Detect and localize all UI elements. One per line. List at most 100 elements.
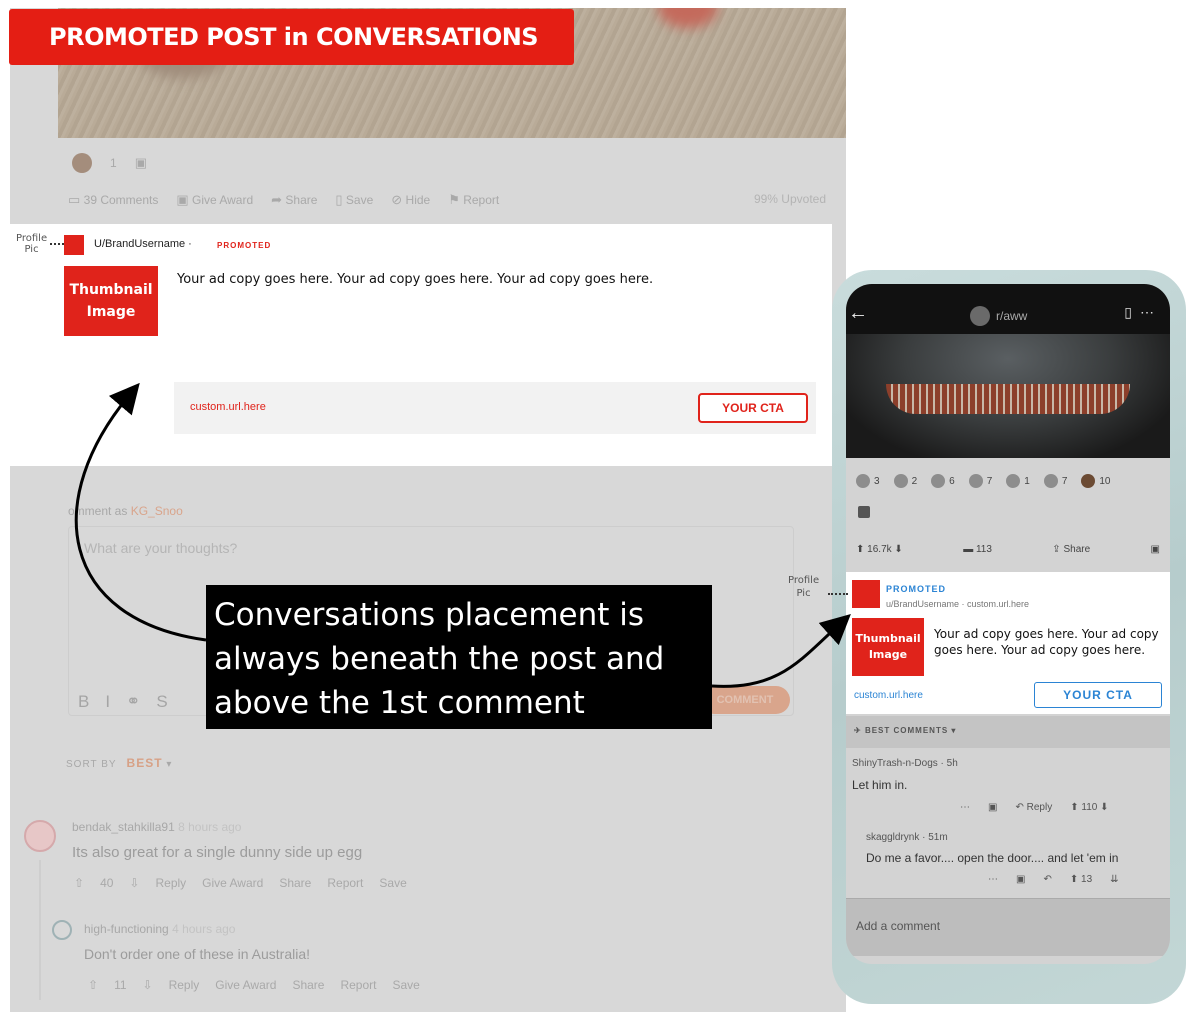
- comment-text: Don't order one of these in Australia!: [84, 946, 311, 962]
- gift-icon[interactable]: ▣: [1151, 544, 1160, 555]
- custom-url-link[interactable]: custom.url.here: [190, 401, 266, 413]
- avatar[interactable]: [52, 920, 72, 940]
- upvote-icon: ⬆: [1069, 874, 1079, 885]
- best-comments-sort[interactable]: ✈ BEST COMMENTS ▾: [846, 716, 1170, 748]
- bookmark-icon[interactable]: ▯: [1124, 304, 1140, 320]
- brand-username[interactable]: u/BrandUsername · custom.url.here: [886, 599, 1029, 609]
- reply-button[interactable]: Reply: [169, 978, 200, 992]
- back-arrow-icon[interactable]: ←: [848, 302, 868, 325]
- post-image: [846, 334, 1170, 458]
- award-item[interactable]: 1: [1006, 474, 1030, 488]
- give-award-button[interactable]: Give Award: [215, 978, 276, 992]
- upvote-icon: ⬆: [1070, 802, 1079, 813]
- give-award-button[interactable]: ▣ Give Award: [176, 192, 253, 208]
- subreddit-header[interactable]: r/aww: [970, 306, 1027, 326]
- share-button[interactable]: ⇪ Share: [1052, 544, 1090, 555]
- gift-icon[interactable]: [858, 506, 870, 518]
- promoted-post-card[interactable]: PROMOTED u/BrandUsername · custom.url.he…: [846, 572, 1170, 714]
- award-icon: [1081, 474, 1096, 488]
- gift-icon: ▣: [176, 192, 189, 207]
- upvote-icon[interactable]: ⇧: [74, 876, 84, 890]
- award-icon: [968, 474, 983, 488]
- comments-button[interactable]: ▬ 113: [963, 544, 992, 555]
- award-item[interactable]: 10: [1081, 474, 1111, 488]
- award-item[interactable]: 6: [931, 474, 955, 488]
- share-icon: ⇪: [1052, 544, 1061, 555]
- vote-count: 40: [100, 876, 114, 890]
- reply-button[interactable]: Reply: [155, 876, 186, 890]
- add-award-icon[interactable]: ▣: [135, 155, 147, 171]
- comment-icon: ▭: [68, 192, 81, 207]
- award-item[interactable]: 3: [856, 474, 880, 488]
- custom-url-link[interactable]: custom.url.here: [854, 690, 923, 701]
- profile-pic[interactable]: [64, 235, 84, 255]
- award-item[interactable]: 7: [1043, 474, 1067, 488]
- comment-actions: ⇧ 11 ⇩ Reply Give Award Share Report Sav…: [88, 978, 420, 992]
- italic-icon[interactable]: I: [105, 692, 110, 712]
- profile-pic-label: Profile Pic: [16, 233, 48, 255]
- comment-actions: ⋯ ▣ ↶ ⬆ 13 ⇊: [988, 874, 1119, 885]
- more-icon[interactable]: ⋯: [960, 802, 970, 813]
- report-button[interactable]: Report: [340, 978, 376, 992]
- thumbnail-image[interactable]: Thumbnail Image: [852, 618, 924, 676]
- comment-meta: skaggldrynk · 51m: [866, 832, 948, 843]
- gift-icon[interactable]: ▣: [1016, 874, 1025, 885]
- award-count: 1: [110, 156, 117, 170]
- sort-control[interactable]: SORT BY BEST ▾: [66, 756, 172, 770]
- award-item[interactable]: 7: [968, 474, 992, 488]
- upvoted-ratio: 99% Upvoted: [753, 192, 826, 206]
- award-icon: [893, 474, 908, 488]
- more-icon[interactable]: ⋯: [988, 874, 998, 885]
- avatar[interactable]: [24, 820, 56, 852]
- comment-text: Do me a favor.... open the door.... and …: [866, 851, 1119, 865]
- report-button[interactable]: ⚑ Report: [448, 192, 499, 208]
- ad-copy: Your ad copy goes here. Your ad copy goe…: [177, 272, 654, 287]
- reply-button[interactable]: ↶ Reply: [1015, 802, 1052, 813]
- flag-icon: ⚑: [448, 192, 460, 207]
- profile-pic-pointer: [50, 243, 64, 245]
- link-icon[interactable]: ⚭: [126, 692, 140, 712]
- vote-control[interactable]: ⬆ 110 ⬇: [1070, 802, 1108, 813]
- downvote-icon[interactable]: ⇩: [143, 978, 153, 992]
- award-icon: [856, 474, 870, 488]
- save-button[interactable]: ▯ Save: [335, 192, 373, 208]
- award-icon[interactable]: [72, 153, 92, 173]
- reply-icon[interactable]: ↶: [1043, 874, 1051, 885]
- award-icon: [1043, 474, 1058, 488]
- cta-button[interactable]: YOUR CTA: [1034, 682, 1162, 708]
- share-button[interactable]: Share: [292, 978, 324, 992]
- comment-actions: ⋯ ▣ ↶ Reply ⬆ 110 ⬇: [960, 802, 1109, 813]
- comments-button[interactable]: ▭ 39 Comments: [68, 192, 158, 208]
- comment-meta: bendak_stahkilla91 8 hours ago: [72, 820, 242, 834]
- give-award-button[interactable]: Give Award: [202, 876, 263, 890]
- upvote-icon[interactable]: ⇧: [88, 978, 98, 992]
- save-button[interactable]: Save: [393, 978, 420, 992]
- add-comment-input[interactable]: Add a comment: [846, 898, 1170, 956]
- phone-mockup: ← r/aww ▯⋯ 3 2 6 7 1 7 10 ⬆ 16.7k ⬇ ▬ 11…: [846, 284, 1170, 964]
- profile-pic[interactable]: [852, 580, 880, 608]
- share-button[interactable]: ➦ Share: [271, 192, 317, 208]
- strikethrough-icon[interactable]: S: [156, 692, 167, 712]
- brand-username[interactable]: U/BrandUsername ·: [94, 238, 192, 250]
- report-button[interactable]: Report: [327, 876, 363, 890]
- promoted-post-card[interactable]: Profile Pic U/BrandUsername · PROMOTED T…: [10, 224, 832, 466]
- hide-button[interactable]: ⊘ Hide: [391, 192, 430, 208]
- comment-button[interactable]: COMMENT: [700, 686, 790, 714]
- more-icon[interactable]: ⋯: [1140, 304, 1162, 320]
- bold-icon[interactable]: B: [78, 692, 89, 712]
- vote-control[interactable]: ⬆ 13: [1070, 874, 1092, 885]
- gift-icon[interactable]: ▣: [988, 802, 997, 813]
- award-icon: [931, 474, 946, 488]
- collapse-icon[interactable]: ⇊: [1110, 874, 1118, 885]
- reply-icon: ↶: [1015, 802, 1024, 813]
- share-button[interactable]: Share: [279, 876, 311, 890]
- explanation-caption: Conversations placement is always beneat…: [206, 585, 712, 729]
- cta-button[interactable]: YOUR CTA: [698, 393, 808, 423]
- thread-line[interactable]: [39, 860, 41, 1000]
- downvote-icon[interactable]: ⇩: [129, 876, 139, 890]
- thumbnail-image[interactable]: Thumbnail Image: [64, 266, 158, 336]
- vote-control[interactable]: ⬆ 16.7k ⬇: [856, 544, 903, 555]
- comment-text: Let him in.: [852, 778, 908, 792]
- award-item[interactable]: 2: [893, 474, 917, 488]
- save-button[interactable]: Save: [379, 876, 406, 890]
